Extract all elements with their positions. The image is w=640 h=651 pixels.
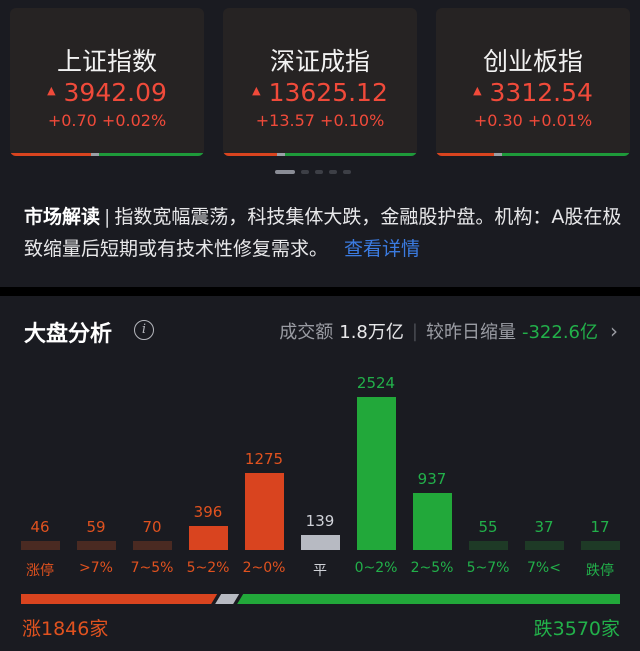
up-arrow-icon: ▲ bbox=[473, 83, 482, 97]
up-count-label: 涨1846家 bbox=[22, 618, 109, 640]
bar-value-label: 2524 bbox=[356, 374, 396, 392]
up-arrow-icon: ▲ bbox=[252, 83, 261, 97]
index-breadth-bar bbox=[436, 153, 630, 156]
separator: | bbox=[104, 206, 111, 228]
market-commentary: 市场解读 | 指数宽幅震荡，科技集体大跌，金融股护盘。机构：A股在极致缩量后短期或有… bbox=[24, 201, 624, 265]
index-card-shanghai[interactable]: 上证指数 ▲ 3942.09 +0.70 +0.02% bbox=[10, 8, 204, 156]
compare-value: -322.6亿 bbox=[521, 322, 598, 343]
bar-value-label: 1275 bbox=[244, 449, 284, 468]
bar-category-label: 5~2% bbox=[186, 560, 230, 576]
flat-segment bbox=[215, 594, 240, 604]
bar-value-label: 46 bbox=[30, 518, 50, 536]
chart-bar bbox=[76, 541, 116, 550]
chart-bar bbox=[524, 541, 564, 550]
index-name: 深证成指 bbox=[269, 47, 370, 76]
carousel-dot[interactable] bbox=[301, 170, 309, 174]
bar-category-label: 平 bbox=[313, 563, 327, 579]
carousel-dot[interactable] bbox=[329, 170, 337, 174]
index-price: ▲ 13625.12 bbox=[252, 78, 388, 107]
index-name: 创业板指 bbox=[482, 47, 583, 76]
volume-summary[interactable]: 成交额 1.8万亿 | 较昨日缩量 -322.6亿 › bbox=[279, 318, 618, 344]
bar-category-label: 跌停 bbox=[586, 563, 614, 579]
distribution-chart: 46 涨停 59 >7% 70 7~5% 396 5~2% 1275 2~0% 139 平 2524 0~… bbox=[0, 356, 640, 596]
chart-bar bbox=[412, 493, 452, 550]
chart-bar bbox=[132, 541, 172, 550]
bar-category-label: 0~2% bbox=[354, 560, 398, 576]
index-change: +0.30 +0.01% bbox=[473, 111, 593, 130]
chart-bar bbox=[188, 525, 228, 550]
view-details-link[interactable]: 查看详情 bbox=[344, 238, 420, 260]
index-breadth-bar bbox=[10, 153, 204, 156]
index-card-chinext[interactable]: 创业板指 ▲ 3312.54 +0.30 +0.01% bbox=[436, 8, 630, 156]
index-name: 上证指数 bbox=[56, 47, 157, 76]
down-segment bbox=[237, 594, 620, 604]
bar-value-label: 937 bbox=[417, 470, 447, 489]
carousel-dot[interactable] bbox=[343, 170, 351, 174]
index-change: +0.70 +0.02% bbox=[47, 111, 167, 130]
compare-label: 较昨日缩量 bbox=[425, 322, 516, 343]
chart-bar bbox=[580, 541, 620, 550]
bar-value-label: 55 bbox=[478, 518, 498, 536]
section-title: 大盘分析 bbox=[24, 322, 113, 347]
volume-label: 成交额 bbox=[279, 322, 334, 343]
bar-value-label: 396 bbox=[193, 502, 223, 521]
breadth-summary-bar bbox=[21, 594, 620, 604]
up-arrow-icon: ▲ bbox=[47, 83, 56, 97]
bar-category-label: 涨停 bbox=[26, 563, 54, 579]
up-segment bbox=[21, 594, 218, 604]
chart-bar bbox=[20, 541, 60, 550]
down-count-label: 跌3570家 bbox=[533, 618, 620, 640]
info-icon[interactable]: i bbox=[134, 320, 154, 340]
chart-bar bbox=[300, 535, 340, 550]
bar-value-label: 17 bbox=[590, 518, 610, 536]
carousel-dots[interactable] bbox=[275, 170, 351, 174]
chart-bar bbox=[468, 541, 508, 550]
bar-value-label: 37 bbox=[534, 518, 554, 536]
index-price: ▲ 3312.54 bbox=[473, 78, 593, 107]
index-change: +13.57 +0.10% bbox=[255, 111, 385, 130]
bar-value-label: 139 bbox=[305, 512, 335, 530]
bar-value-label: 59 bbox=[86, 518, 106, 536]
bar-value-label: 70 bbox=[142, 518, 162, 536]
chart-bar bbox=[244, 472, 284, 550]
chevron-right-icon: › bbox=[610, 319, 618, 343]
index-price: ▲ 3942.09 bbox=[47, 78, 167, 107]
carousel-dot[interactable] bbox=[275, 170, 295, 174]
carousel-dot[interactable] bbox=[315, 170, 323, 174]
bar-category-label: 2~0% bbox=[242, 560, 286, 576]
indices-section: 上证指数 ▲ 3942.09 +0.70 +0.02% 深证成指 ▲ 13625.1… bbox=[0, 0, 640, 287]
market-analysis-section: 大盘分析 i 成交额 1.8万亿 | 较昨日缩量 -322.6亿 › 46 涨停 5… bbox=[0, 296, 640, 651]
volume-value: 1.8万亿 bbox=[339, 322, 404, 343]
bar-category-label: 7~5% bbox=[130, 560, 174, 576]
index-breadth-bar bbox=[223, 153, 417, 156]
divider: | bbox=[411, 320, 418, 342]
bar-category-label: 7%< bbox=[527, 560, 561, 576]
chart-bar bbox=[356, 397, 396, 550]
index-card-shenzhen[interactable]: 深证成指 ▲ 13625.12 +13.57 +0.10% bbox=[223, 8, 417, 156]
bar-category-label: 2~5% bbox=[410, 560, 454, 576]
market-read-tag: 市场解读 bbox=[24, 206, 101, 228]
market-read-text: 指数宽幅震荡，科技集体大跌，金融股护盘。机构：A股在极致缩量后短期或有技术性修复… bbox=[24, 206, 622, 260]
bar-category-label: 5~7% bbox=[466, 560, 510, 576]
bar-category-label: >7% bbox=[79, 560, 113, 576]
